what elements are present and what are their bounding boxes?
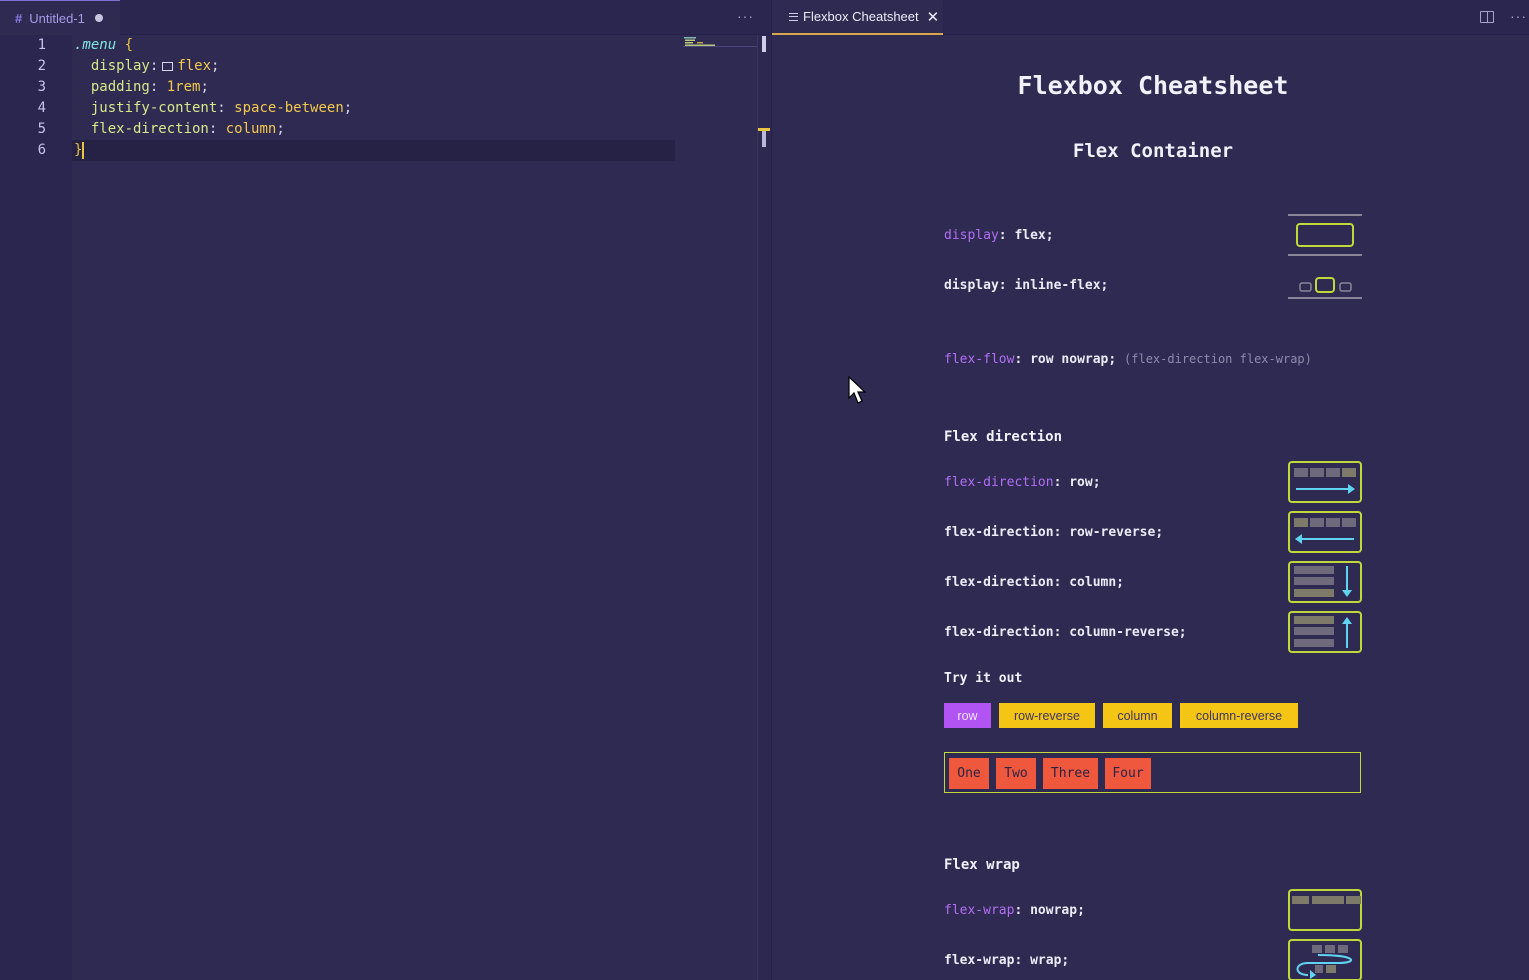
display-inline-flex-row: display: inline-flex; — [944, 278, 1109, 293]
flex-direction-row-row: flex-direction: row; — [944, 475, 1101, 490]
tab-title: Untitled-1 — [29, 10, 85, 26]
flex-item: Three — [1043, 758, 1098, 789]
flex-layout-icon[interactable] — [162, 61, 174, 71]
editor-pane: # Untitled-1 ··· 1 2 3 4 5 6 .menu { dis… — [0, 0, 771, 980]
direction-column-reverse-button[interactable]: column-reverse — [1180, 703, 1298, 728]
flex-direction-row-reverse-row: flex-direction: row-reverse; — [944, 525, 1164, 540]
semicolon: ; — [343, 100, 353, 116]
try-it-out-heading: Try it out — [944, 671, 1023, 686]
property-keyword: flex-direction — [944, 475, 1054, 490]
display-inline-flex-diagram — [1288, 277, 1362, 299]
semicolon: ; — [211, 58, 220, 74]
current-line-highlight — [72, 140, 675, 161]
display-flex-diagram — [1288, 214, 1362, 256]
scrollbar-thumb-lower — [762, 131, 766, 147]
line-number: 5 — [37, 121, 46, 137]
flex-wrap-nowrap-row: flex-wrap: nowrap; — [944, 903, 1085, 918]
display-flex-row: display: flex; — [944, 228, 1054, 243]
editor-more-actions-button[interactable]: ··· — [737, 8, 754, 24]
close-brace: } — [74, 142, 83, 158]
code-editor[interactable]: .menu { display: flex; padding: 1rem; jus… — [72, 35, 757, 980]
direction-column-button[interactable]: column — [1103, 703, 1172, 728]
semicolon: ; — [200, 79, 209, 95]
property-value: : row; — [1053, 475, 1101, 490]
tab-title: Flexbox Cheatsheet — [803, 9, 919, 24]
css-value: space-between — [234, 100, 344, 116]
css-selector: .menu — [74, 37, 117, 53]
flex-item: Four — [1105, 758, 1151, 789]
property-value: : flex; — [998, 228, 1054, 243]
css-value: flex — [177, 58, 212, 74]
flex-wrap-wrap-diagram — [1288, 939, 1362, 980]
property-keyword: display — [944, 228, 999, 243]
code-line-4[interactable]: justify-content: space-between; — [74, 98, 352, 119]
flex-direction-column-row: flex-direction: column; — [944, 575, 1125, 590]
code-line-3[interactable]: padding: 1rem; — [74, 77, 209, 98]
css-property: padding — [90, 79, 150, 95]
section-heading-wrap: Flex wrap — [944, 857, 1020, 873]
direction-row-button[interactable]: row — [944, 703, 991, 728]
line-number-gutter: 1 2 3 4 5 6 — [0, 35, 72, 980]
preview-pane: Flexbox Cheatsheet ✕ ··· Flexbox Cheatsh… — [771, 0, 1529, 980]
css-file-icon: # — [15, 10, 23, 26]
line-number: 4 — [37, 100, 46, 116]
section-heading-container: Flex Container — [1072, 140, 1234, 162]
css-property: justify-content — [90, 100, 218, 116]
property-keyword: flex-wrap — [944, 903, 1015, 918]
flex-direction-column-diagram — [1288, 561, 1362, 603]
flex-direction-column-reverse-diagram — [1288, 611, 1362, 653]
section-heading-direction: Flex direction — [944, 429, 1063, 445]
text-cursor — [82, 141, 85, 159]
line-number: 3 — [37, 79, 46, 95]
page-title: Flexbox Cheatsheet — [1017, 71, 1289, 100]
code-line-6[interactable]: } — [74, 140, 85, 161]
flex-demo-container: One Two Three Four — [944, 752, 1361, 793]
editor-scrollbar[interactable] — [757, 35, 771, 980]
code-line-5[interactable]: flex-direction: column; — [74, 119, 285, 140]
css-value: 1rem — [166, 79, 201, 95]
code-line-1[interactable]: .menu { — [74, 35, 133, 56]
preview-more-actions-button[interactable]: ··· — [1510, 8, 1527, 24]
split-editor-icon[interactable] — [1480, 11, 1494, 23]
open-brace: { — [124, 37, 134, 53]
colon: : — [149, 58, 159, 74]
property-value: : row nowrap; — [1014, 352, 1117, 367]
colon: : — [149, 79, 159, 95]
colon: : — [217, 100, 226, 116]
css-value: column — [225, 121, 277, 137]
unsaved-dot-icon[interactable] — [94, 14, 103, 22]
tab-untitled-1[interactable]: # Untitled-1 — [0, 0, 120, 35]
line-number: 6 — [37, 142, 46, 158]
flex-direction-column-reverse-row: flex-direction: column-reverse; — [944, 625, 1187, 640]
close-icon[interactable]: ✕ — [927, 8, 940, 26]
property-keyword: flex-flow — [944, 352, 1015, 367]
css-property: flex-direction — [90, 121, 209, 137]
semicolon: ; — [276, 121, 285, 137]
css-property: display — [90, 58, 150, 74]
minimap[interactable] — [683, 36, 759, 50]
property-value: : nowrap; — [1014, 903, 1085, 918]
scrollbar-thumb[interactable] — [762, 36, 766, 52]
flex-item: One — [949, 758, 989, 789]
shorthand-note: (flex-direction flex-wrap) — [1124, 352, 1312, 366]
direction-row-reverse-button[interactable]: row-reverse — [999, 703, 1095, 728]
code-line-2[interactable]: display: flex; — [74, 56, 220, 77]
flex-wrap-nowrap-diagram — [1288, 889, 1362, 931]
colon: : — [208, 121, 218, 137]
flex-direction-row-diagram — [1288, 461, 1362, 503]
flex-flow-row: flex-flow: row nowrap; (flex-direction f… — [944, 352, 1312, 367]
flex-item: Two — [996, 758, 1036, 789]
flex-direction-row-reverse-diagram — [1288, 511, 1362, 553]
line-number: 2 — [37, 58, 46, 74]
preview-tab-bar: Flexbox Cheatsheet ✕ ··· — [772, 0, 1529, 35]
editor-tab-bar: # Untitled-1 ··· — [0, 0, 771, 35]
tab-flexbox-cheatsheet[interactable]: Flexbox Cheatsheet ✕ — [772, 0, 943, 35]
line-number: 1 — [37, 37, 46, 53]
flex-wrap-wrap-row: flex-wrap: wrap; — [944, 953, 1070, 968]
preview-icon — [789, 12, 798, 21]
mouse-pointer-icon — [848, 376, 867, 404]
